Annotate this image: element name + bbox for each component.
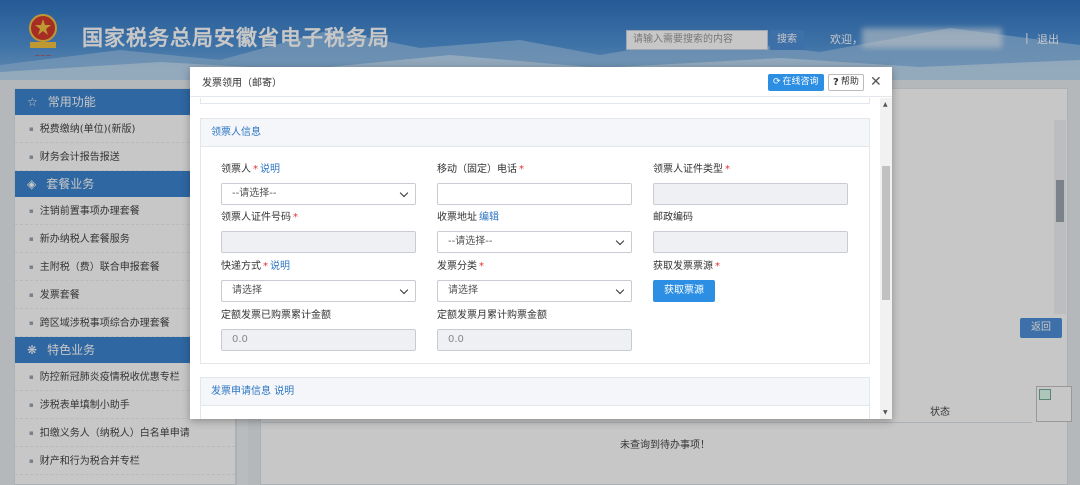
quota-month-input: 0.0	[437, 329, 632, 351]
dialog-header: 发票领用（邮寄） ⟳ 在线咨询 ? 帮助 ✕	[190, 67, 892, 97]
required-mark: *	[725, 164, 730, 175]
address-select[interactable]: --请选择--	[437, 231, 632, 253]
invoice-class-label: 发票分类	[437, 261, 477, 272]
delivery-field: 快递方式 * 说明 请选择	[221, 260, 416, 302]
invoice-mail-dialog: 发票领用（邮寄） ⟳ 在线咨询 ? 帮助 ✕ 领票人信息 领票人 * 说明 --请选…	[190, 67, 892, 419]
recipient-select[interactable]: --请选择--	[221, 183, 416, 205]
scroll-up-icon[interactable]: ▲	[883, 101, 888, 108]
postcode-label: 邮政编码	[653, 212, 693, 223]
invoice-source-label: 获取发票票源	[653, 261, 713, 272]
required-mark: *	[479, 261, 484, 272]
dialog-title: 发票领用（邮寄）	[202, 78, 282, 89]
invoice-source-field: 获取发票票源 * 获取票源	[653, 260, 720, 302]
recipient-field: 领票人 * 说明 --请选择--	[221, 163, 416, 205]
delivery-select[interactable]: 请选择	[221, 280, 416, 302]
id-number-field: 领票人证件号码 *	[221, 211, 416, 253]
get-invoice-source-button[interactable]: 获取票源	[653, 280, 715, 302]
recipient-info-title: 领票人信息	[201, 119, 869, 147]
quota-total-field: 定额发票已购票累计金额 0.0	[221, 309, 416, 351]
address-edit-link[interactable]: 编辑	[479, 212, 499, 223]
phone-label: 移动（固定）电话	[437, 164, 517, 175]
help-button[interactable]: ? 帮助	[828, 74, 864, 91]
required-mark: *	[519, 164, 524, 175]
phone-field: 移动（固定）电话 *	[437, 163, 632, 205]
invoice-application-help-link[interactable]: 说明	[274, 386, 294, 397]
address-label: 收票地址	[437, 212, 477, 223]
required-mark: *	[293, 212, 298, 223]
invoice-application-label: 发票申请信息	[211, 386, 271, 397]
dialog-body: 领票人信息 领票人 * 说明 --请选择-- 移动（固定）电话 * 领票人证件类型 *	[190, 98, 880, 419]
online-consult-button[interactable]: ⟳ 在线咨询	[768, 74, 824, 91]
recipient-info-panel: 领票人信息 领票人 * 说明 --请选择-- 移动（固定）电话 * 领票人证件类型 *	[200, 118, 870, 364]
id-number-label: 领票人证件号码	[221, 212, 291, 223]
online-consult-label: 在线咨询	[782, 77, 819, 87]
delivery-label: 快递方式	[221, 261, 261, 272]
scroll-down-icon[interactable]: ▼	[883, 409, 888, 416]
postcode-input	[653, 231, 848, 253]
quota-month-label: 定额发票月累计购票金额	[437, 310, 547, 321]
required-mark: *	[715, 261, 720, 272]
dialog-scrollbar[interactable]: ▲ ▼	[880, 98, 892, 419]
id-type-input	[653, 183, 848, 205]
recipient-label: 领票人	[221, 164, 251, 175]
quota-total-label: 定额发票已购票累计金额	[221, 310, 331, 321]
invoice-application-panel: 发票申请信息 说明	[200, 377, 870, 419]
close-icon[interactable]: ✕	[870, 74, 882, 90]
required-mark: *	[253, 164, 258, 175]
question-icon: ?	[833, 77, 839, 88]
dialog-scroll-thumb[interactable]	[882, 166, 890, 300]
previous-panel-edge	[200, 98, 870, 104]
postcode-field: 邮政编码	[653, 211, 848, 253]
recipient-help-link[interactable]: 说明	[260, 164, 280, 175]
address-field: 收票地址 编辑 --请选择--	[437, 211, 632, 253]
id-type-field: 领票人证件类型 *	[653, 163, 848, 205]
help-label: 帮助	[840, 77, 859, 87]
delivery-help-link[interactable]: 说明	[270, 261, 290, 272]
quota-total-input: 0.0	[221, 329, 416, 351]
quota-month-field: 定额发票月累计购票金额 0.0	[437, 309, 632, 351]
invoice-application-title: 发票申请信息 说明	[201, 378, 869, 406]
invoice-class-select[interactable]: 请选择	[437, 280, 632, 302]
required-mark: *	[263, 261, 268, 272]
refresh-chat-icon: ⟳	[773, 77, 781, 87]
phone-input[interactable]	[437, 183, 632, 205]
id-type-label: 领票人证件类型	[653, 164, 723, 175]
invoice-class-field: 发票分类 * 请选择	[437, 260, 632, 302]
id-number-input	[221, 231, 416, 253]
